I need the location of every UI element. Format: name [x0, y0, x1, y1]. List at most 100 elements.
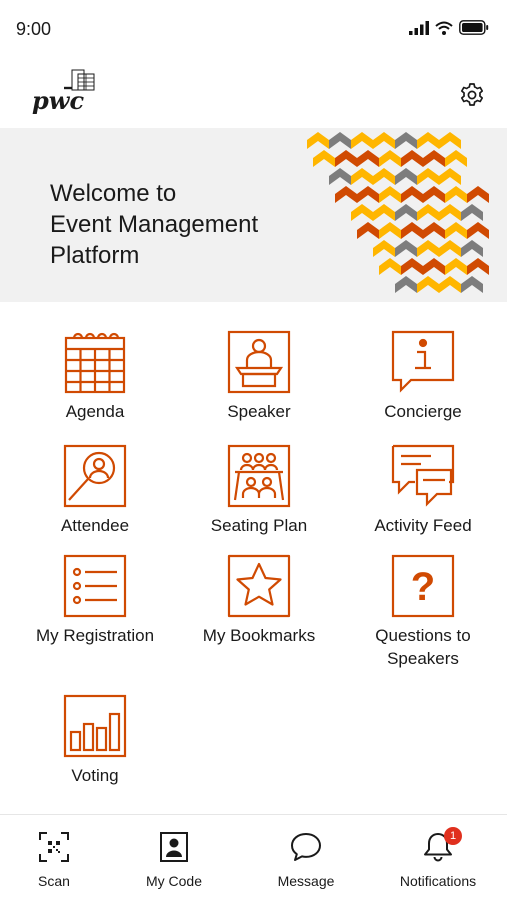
chevron-shape — [423, 258, 445, 275]
menu-item-attendee[interactable]: Attendee — [20, 444, 170, 537]
tab-label: Scan — [38, 873, 70, 889]
chevron-shape — [445, 222, 467, 239]
chevron-shape — [423, 150, 445, 167]
question-icon: ? — [391, 554, 455, 618]
chevron-shape — [379, 150, 401, 167]
chevron-shape — [467, 222, 489, 239]
tab-label: Notifications — [399, 873, 477, 889]
menu-item-concierge[interactable]: Concierge — [348, 330, 498, 423]
chevron-shape — [417, 168, 439, 185]
menu-item-label: Questions to Speakers — [375, 626, 471, 668]
chevron-pattern-graphic — [307, 132, 489, 293]
menu-item-seating-plan[interactable]: Seating Plan — [184, 444, 334, 537]
menu-item-my-bookmarks[interactable]: My Bookmarks — [184, 554, 334, 647]
chevron-shape — [335, 186, 357, 203]
chevron-shape — [439, 240, 461, 257]
podium-icon — [227, 330, 291, 394]
tab-label: My Code — [145, 873, 203, 889]
gear-icon — [460, 83, 484, 106]
menu-item-label: Seating Plan — [210, 516, 308, 535]
chevron-shape — [395, 276, 417, 293]
settings-button[interactable] — [459, 82, 485, 108]
tab-my-code[interactable]: My Code — [124, 831, 224, 889]
chevron-shape — [379, 258, 401, 275]
banner-title-line3: Platform — [50, 242, 140, 269]
menu-item-label: My Registration — [35, 626, 155, 645]
chevron-shape — [395, 132, 417, 149]
wifi-icon — [435, 21, 453, 35]
battery-icon — [459, 20, 489, 35]
chevron-shape — [423, 186, 445, 203]
chevron-shape — [307, 132, 329, 149]
calendar-icon — [64, 332, 126, 394]
menu-item-speaker[interactable]: Speaker — [184, 330, 334, 423]
chevron-shape — [401, 150, 423, 167]
menu-item-label: Agenda — [65, 402, 125, 421]
banner-title-line1: Welcome to — [50, 180, 177, 207]
chat-bubbles-icon — [391, 444, 455, 507]
chevron-shape — [417, 204, 439, 221]
tab-message[interactable]: Message — [256, 831, 356, 889]
chevron-shape — [395, 168, 417, 185]
pwc-logo: pwc — [30, 64, 102, 116]
chevron-shape — [351, 132, 373, 149]
chevron-shape — [379, 222, 401, 239]
chevron-shape — [373, 132, 395, 149]
chevron-shape — [467, 186, 489, 203]
menu-item-questions-to-speakers[interactable]: ? Questions to Speakers — [348, 554, 498, 670]
status-bar: 9:00 — [0, 0, 507, 58]
chevron-shape — [445, 258, 467, 275]
bar-chart-icon — [63, 694, 127, 758]
chevron-shape — [461, 276, 483, 293]
menu-item-agenda[interactable]: Agenda — [20, 330, 170, 423]
menu-item-label: Activity Feed — [374, 516, 472, 535]
chevron-shape — [357, 150, 379, 167]
chevron-shape — [351, 204, 373, 221]
chevron-shape — [395, 240, 417, 257]
chevron-shape — [445, 186, 467, 203]
chevron-shape — [439, 204, 461, 221]
chevron-shape — [379, 186, 401, 203]
chevron-shape — [417, 240, 439, 257]
qr-scan-icon — [39, 832, 69, 862]
menu-item-label: Voting — [71, 766, 119, 785]
chevron-shape — [357, 222, 379, 239]
chevron-shape — [351, 168, 373, 185]
welcome-banner: Welcome to Event Management Platform — [0, 128, 507, 302]
logo-wordmark: pwc — [32, 86, 84, 115]
chevron-shape — [417, 276, 439, 293]
menu-item-voting[interactable]: Voting — [20, 694, 170, 787]
message-icon — [291, 833, 321, 861]
status-time: 9:00 — [16, 19, 52, 39]
chevron-shape — [401, 258, 423, 275]
bottom-tab-bar: Scan My Code Message 1 Notifications — [0, 814, 507, 900]
chevron-shape — [329, 168, 351, 185]
menu-item-activity-feed[interactable]: Activity Feed — [348, 444, 498, 537]
chevron-shape — [439, 276, 461, 293]
cellular-signal-icon — [409, 20, 429, 35]
app-header: pwc — [0, 58, 507, 128]
chevron-shape — [373, 204, 395, 221]
chevron-shape — [461, 204, 483, 221]
chevron-shape — [373, 240, 395, 257]
checklist-icon — [63, 554, 127, 618]
chevron-shape — [335, 150, 357, 167]
chevron-shape — [467, 258, 489, 275]
chevron-shape — [329, 132, 351, 149]
tab-notifications[interactable]: 1 Notifications — [388, 827, 488, 889]
chevron-shape — [357, 186, 379, 203]
menu-item-label: My Bookmarks — [202, 626, 316, 645]
chevron-shape — [373, 168, 395, 185]
chevron-shape — [313, 150, 335, 167]
info-icon — [391, 330, 455, 393]
chevron-shape — [445, 150, 467, 167]
menu-item-my-registration[interactable]: My Registration — [20, 554, 170, 647]
chevron-shape — [401, 222, 423, 239]
chevron-shape — [401, 186, 423, 203]
menu-item-label: Speaker — [227, 402, 291, 421]
chevron-shape — [439, 168, 461, 185]
banner-title-line2: Event Management — [50, 211, 259, 238]
notification-badge: 1 — [444, 827, 462, 845]
menu-item-label: Concierge — [384, 402, 462, 421]
tab-scan[interactable]: Scan — [4, 831, 104, 889]
